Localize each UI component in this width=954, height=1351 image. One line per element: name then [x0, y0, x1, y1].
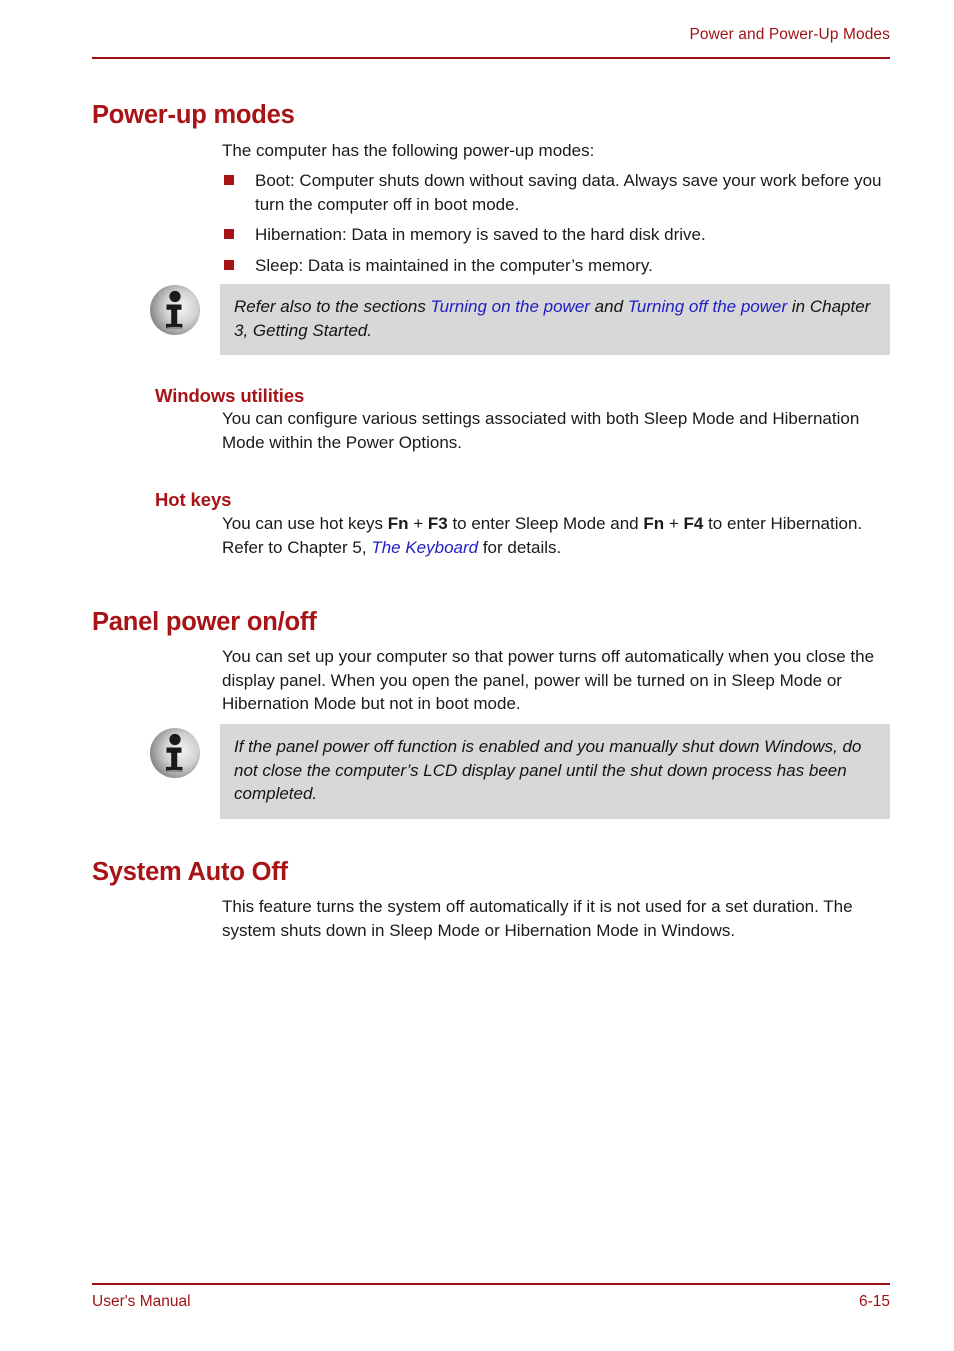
note-text-segment: Refer also to the sections — [234, 297, 431, 316]
hot-keys-body: You can use hot keys Fn + F3 to enter Sl… — [222, 512, 894, 559]
list-item: Sleep: Data is maintained in the compute… — [222, 254, 894, 278]
key-f4: F4 — [683, 514, 704, 533]
power-up-modes-list: Boot: Computer shuts down without saving… — [222, 169, 894, 277]
heading-power-up-modes: Power-up modes — [92, 101, 295, 130]
page-header: Power and Power-Up Modes — [92, 26, 890, 44]
power-up-modes-intro: The computer has the following power-up … — [222, 141, 595, 160]
heading-system-auto-off: System Auto Off — [92, 858, 288, 887]
running-header-title: Power and Power-Up Modes — [689, 26, 890, 43]
list-item-text: Boot: Computer shuts down without saving… — [255, 171, 882, 214]
key-f3: F3 — [427, 514, 448, 533]
heading-hot-keys: Hot keys — [155, 489, 232, 511]
list-item: Hibernation: Data in memory is saved to … — [222, 223, 894, 247]
note-text-segment: and — [589, 297, 628, 316]
key-fn: Fn — [643, 514, 665, 533]
system-auto-off-body: This feature turns the system off automa… — [222, 897, 853, 940]
hot-keys-text-segment: You can use hot keys — [222, 514, 388, 533]
info-icon — [149, 727, 201, 779]
header-divider — [92, 57, 890, 59]
link-turning-off-the-power[interactable]: Turning off the power — [628, 297, 787, 316]
note-box-power-up-modes: Refer also to the sections Turning on th… — [220, 284, 890, 355]
note-text: Refer also to the sections Turning on th… — [234, 295, 876, 342]
info-icon — [149, 284, 201, 336]
footer-page-number: 6-15 — [858, 1293, 890, 1310]
bullet-square-icon — [224, 175, 234, 185]
bullet-square-icon — [224, 259, 234, 270]
list-item-text: Hibernation: Data in memory is saved to … — [255, 225, 706, 244]
hot-keys-text-segment: for details. — [478, 537, 562, 557]
manual-page: Power and Power-Up Modes Power-up modes … — [0, 0, 954, 1351]
footer-divider — [92, 1283, 890, 1285]
hot-keys-text-segment: to enter Sleep Mode and — [447, 514, 644, 533]
hot-keys-text-segment: + — [664, 514, 684, 533]
key-fn: Fn — [387, 514, 409, 533]
heading-panel-power-on-off: Panel power on/off — [92, 608, 317, 637]
panel-power-body: You can set up your computer so that pow… — [222, 647, 875, 713]
heading-windows-utilities: Windows utilities — [155, 385, 305, 407]
link-the-keyboard[interactable]: The Keyboard — [371, 538, 478, 557]
windows-utilities-body: You can configure various settings assoc… — [222, 409, 860, 452]
hot-keys-text-segment: + — [408, 514, 428, 533]
bullet-square-icon — [224, 229, 234, 239]
note-box-panel-power: If the panel power off function is enabl… — [220, 724, 890, 819]
link-turning-on-the-power[interactable]: Turning on the power — [431, 297, 590, 316]
list-item-text: Sleep: Data is maintained in the compute… — [255, 255, 653, 275]
note-text: If the panel power off function is enabl… — [234, 737, 862, 803]
list-item: Boot: Computer shuts down without saving… — [222, 169, 894, 216]
